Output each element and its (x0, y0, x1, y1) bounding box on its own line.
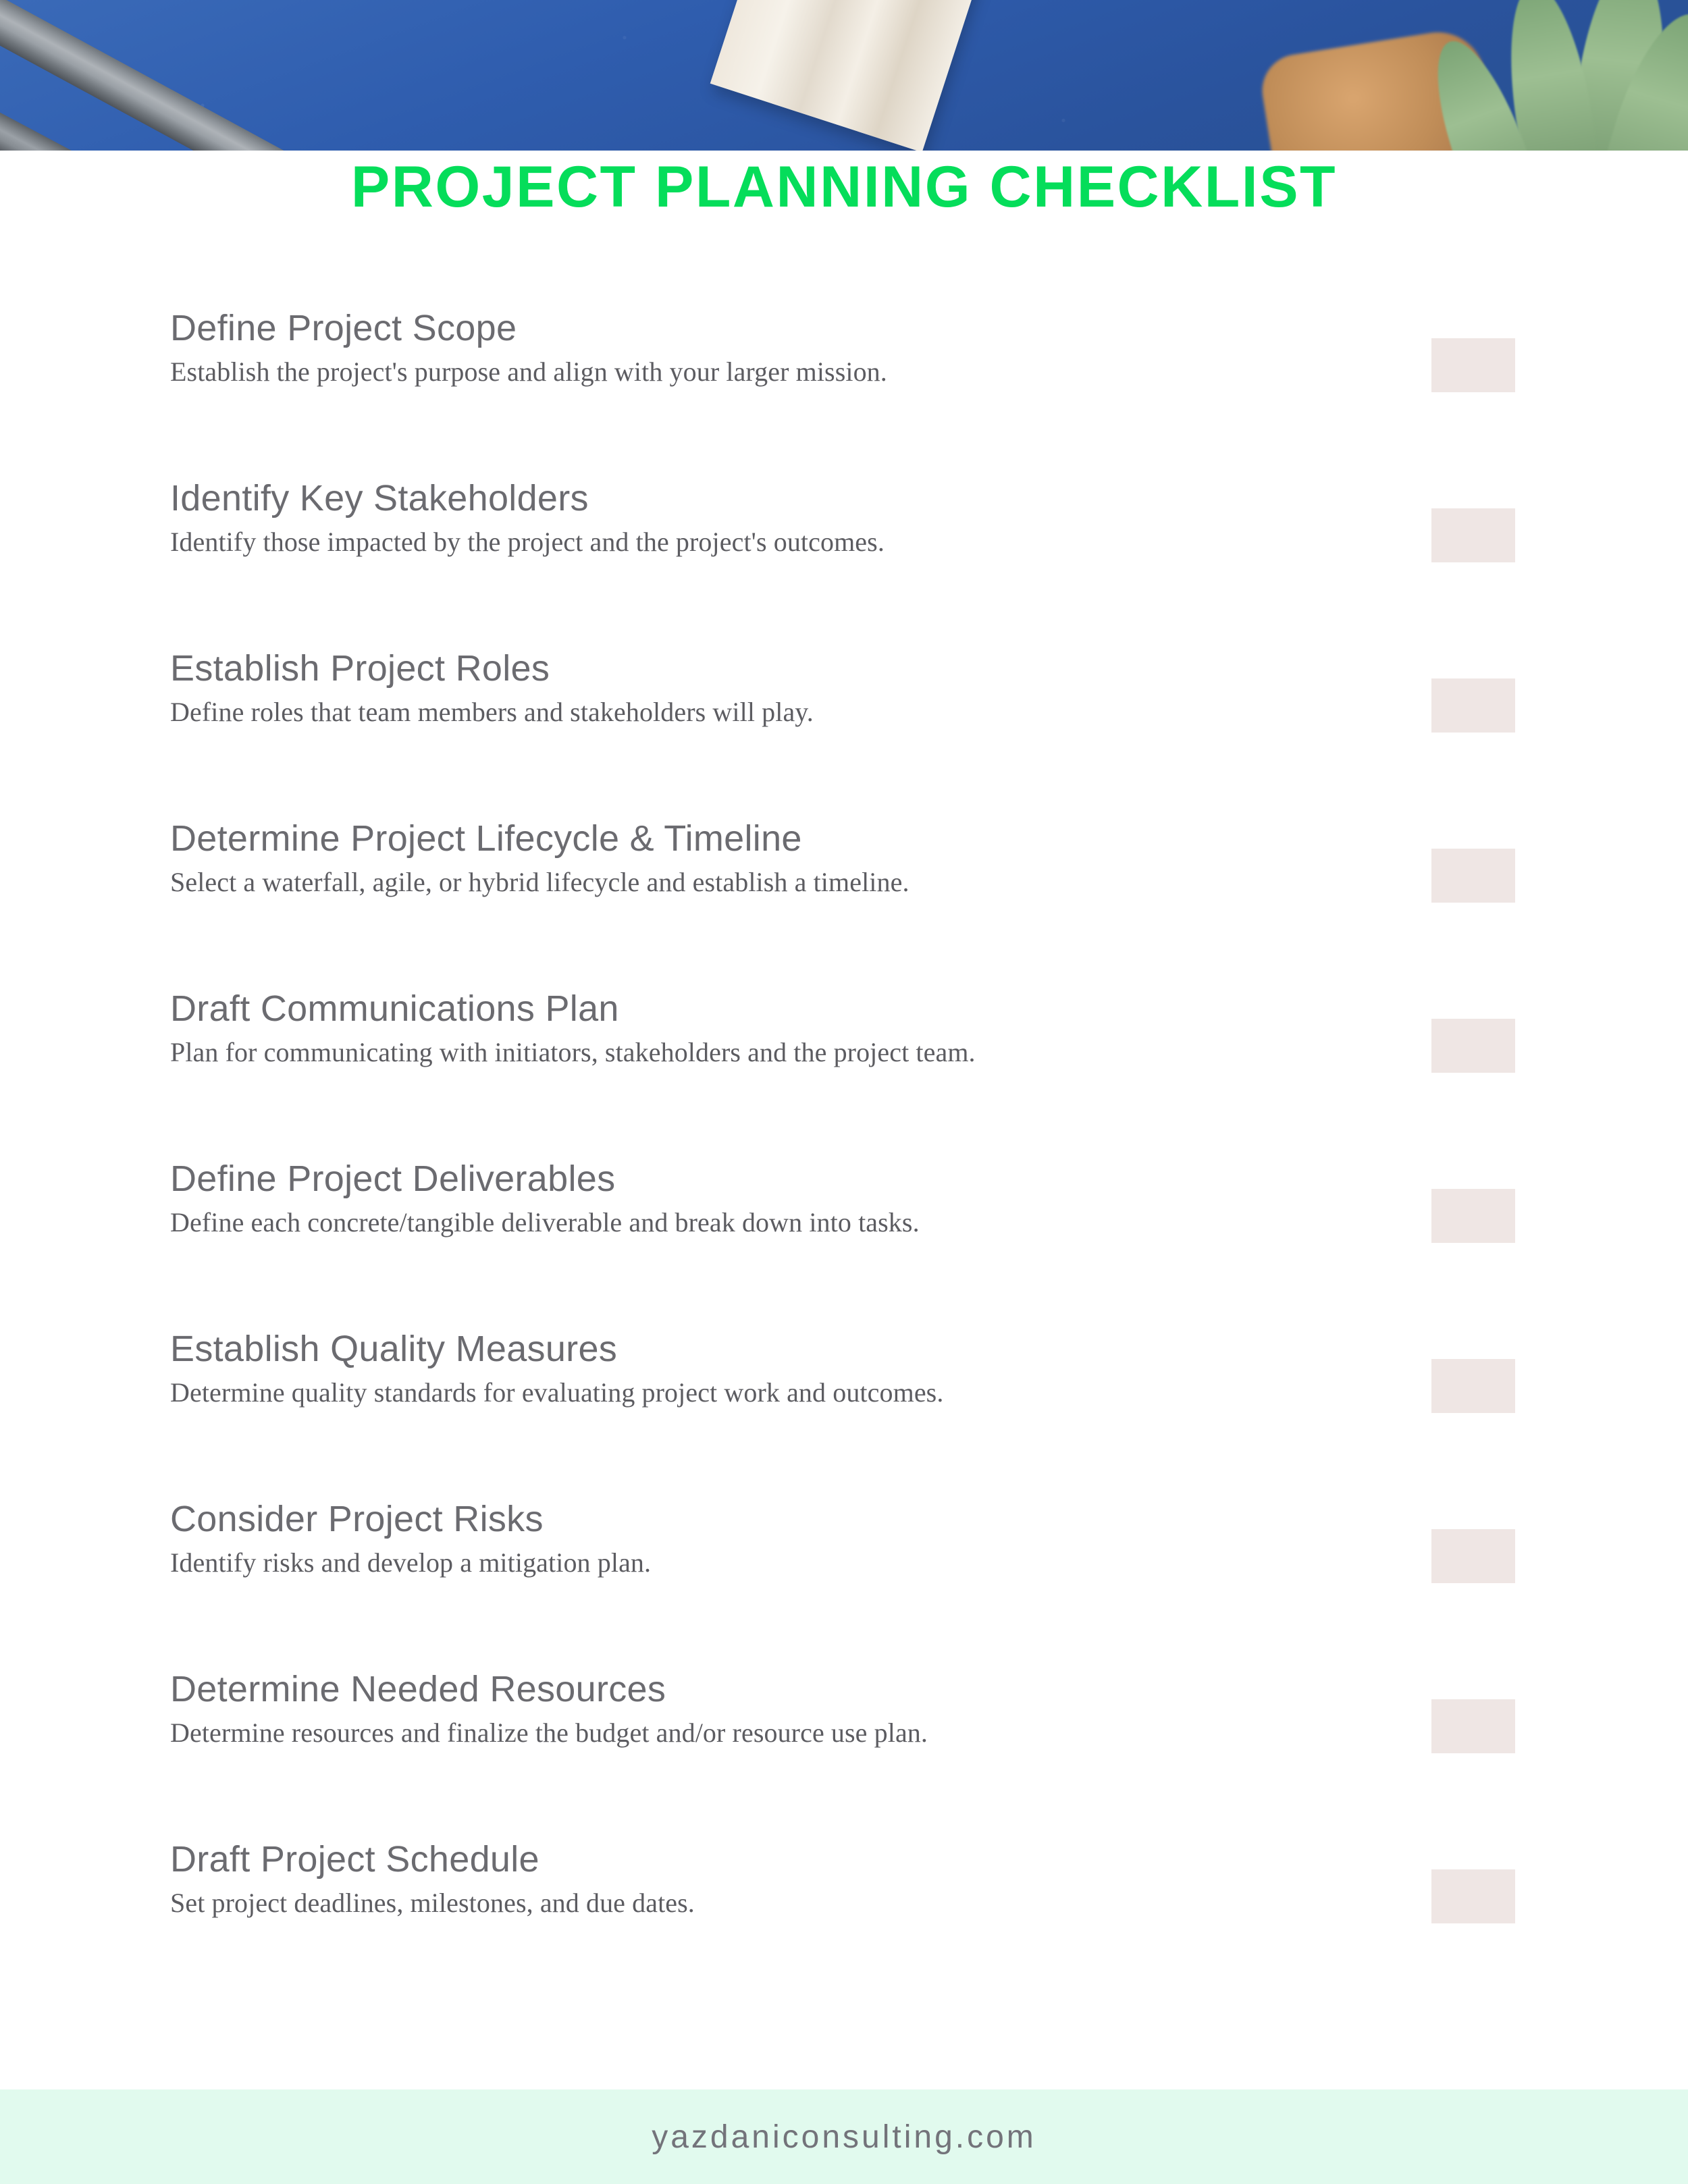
checkbox[interactable] (1431, 338, 1515, 392)
checklist-item-description: Identify risks and develop a mitigation … (170, 1547, 652, 1578)
website-url[interactable]: yazdaniconsulting.com (652, 2119, 1036, 2156)
checklist-item: Consider Project Risks Identify risks an… (170, 1498, 1527, 1668)
checklist-item-text: Determine Needed Resources Determine res… (170, 1668, 1386, 1750)
checklist-item: Establish Project Roles Define roles tha… (170, 647, 1527, 818)
checkbox[interactable] (1431, 1359, 1515, 1413)
checklist-item: Draft Communications Plan Plan for commu… (170, 988, 1527, 1158)
checklist-item: Define Project Deliverables Define each … (170, 1158, 1527, 1328)
checklist-item-text: Determine Project Lifecycle & Timeline S… (170, 818, 1386, 899)
checklist-container: Define Project Scope Establish the proje… (170, 307, 1527, 2008)
checklist-item-description: Determine quality standards for evaluati… (170, 1377, 944, 1408)
checkbox[interactable] (1431, 1699, 1515, 1753)
checklist-item-description: Define each concrete/tangible deliverabl… (170, 1207, 920, 1237)
checklist-item: Determine Needed Resources Determine res… (170, 1668, 1527, 1838)
checklist-item-title: Determine Project Lifecycle & Timeline (170, 818, 802, 859)
checklist-item: Establish Quality Measures Determine qua… (170, 1328, 1527, 1498)
checklist-item-description: Set project deadlines, milestones, and d… (170, 1888, 695, 1918)
checkbox[interactable] (1431, 1529, 1515, 1583)
checklist-item: Identify Key Stakeholders Identify those… (170, 477, 1527, 647)
page-title: PROJECT PLANNING CHECKLIST (350, 155, 1338, 219)
checklist-item-text: Define Project Scope Establish the proje… (170, 307, 1386, 389)
checkbox[interactable] (1431, 508, 1515, 562)
checklist-item-title: Identify Key Stakeholders (170, 478, 589, 518)
checklist-item: Define Project Scope Establish the proje… (170, 307, 1527, 477)
checklist-item-text: Draft Communications Plan Plan for commu… (170, 988, 1386, 1069)
checklist-item-text: Consider Project Risks Identify risks an… (170, 1498, 1386, 1580)
checklist-item-text: Identify Key Stakeholders Identify those… (170, 477, 1386, 559)
checkbox[interactable] (1431, 849, 1515, 903)
checkbox[interactable] (1431, 1019, 1515, 1073)
checklist-item-title: Establish Project Roles (170, 648, 550, 689)
checkbox[interactable] (1431, 678, 1515, 733)
checklist-item-text: Draft Project Schedule Set project deadl… (170, 1838, 1386, 1920)
checklist-item-text: Establish Quality Measures Determine qua… (170, 1328, 1386, 1410)
checklist-item-title: Determine Needed Resources (170, 1669, 666, 1709)
checklist-item-title: Draft Communications Plan (170, 988, 619, 1029)
checklist-item-title: Define Project Deliverables (170, 1158, 616, 1199)
checklist-item-description: Establish the project's purpose and alig… (170, 356, 887, 387)
checkbox[interactable] (1431, 1189, 1515, 1243)
checklist-item: Draft Project Schedule Set project deadl… (170, 1838, 1527, 2008)
checklist-item-description: Define roles that team members and stake… (170, 697, 814, 727)
checklist-item-description: Determine resources and finalize the bud… (170, 1717, 928, 1748)
checklist-item: Determine Project Lifecycle & Timeline S… (170, 818, 1527, 988)
checklist-item-text: Define Project Deliverables Define each … (170, 1158, 1386, 1240)
checklist-item-title: Define Project Scope (170, 308, 517, 348)
checklist-item-description: Select a waterfall, agile, or hybrid lif… (170, 867, 909, 897)
checklist-item-text: Establish Project Roles Define roles tha… (170, 647, 1386, 729)
checkbox[interactable] (1431, 1869, 1515, 1923)
checklist-item-description: Identify those impacted by the project a… (170, 527, 885, 557)
checklist-item-title: Establish Quality Measures (170, 1329, 618, 1369)
checklist-item-description: Plan for communicating with initiators, … (170, 1037, 976, 1067)
footer-band: yazdaniconsulting.com (0, 2089, 1688, 2184)
checklist-page: PROJECT PLANNING CHECKLIST Define Projec… (0, 0, 1688, 2184)
checklist-item-title: Consider Project Risks (170, 1499, 544, 1539)
header-photo-banner (0, 0, 1688, 151)
checklist-item-title: Draft Project Schedule (170, 1839, 539, 1880)
